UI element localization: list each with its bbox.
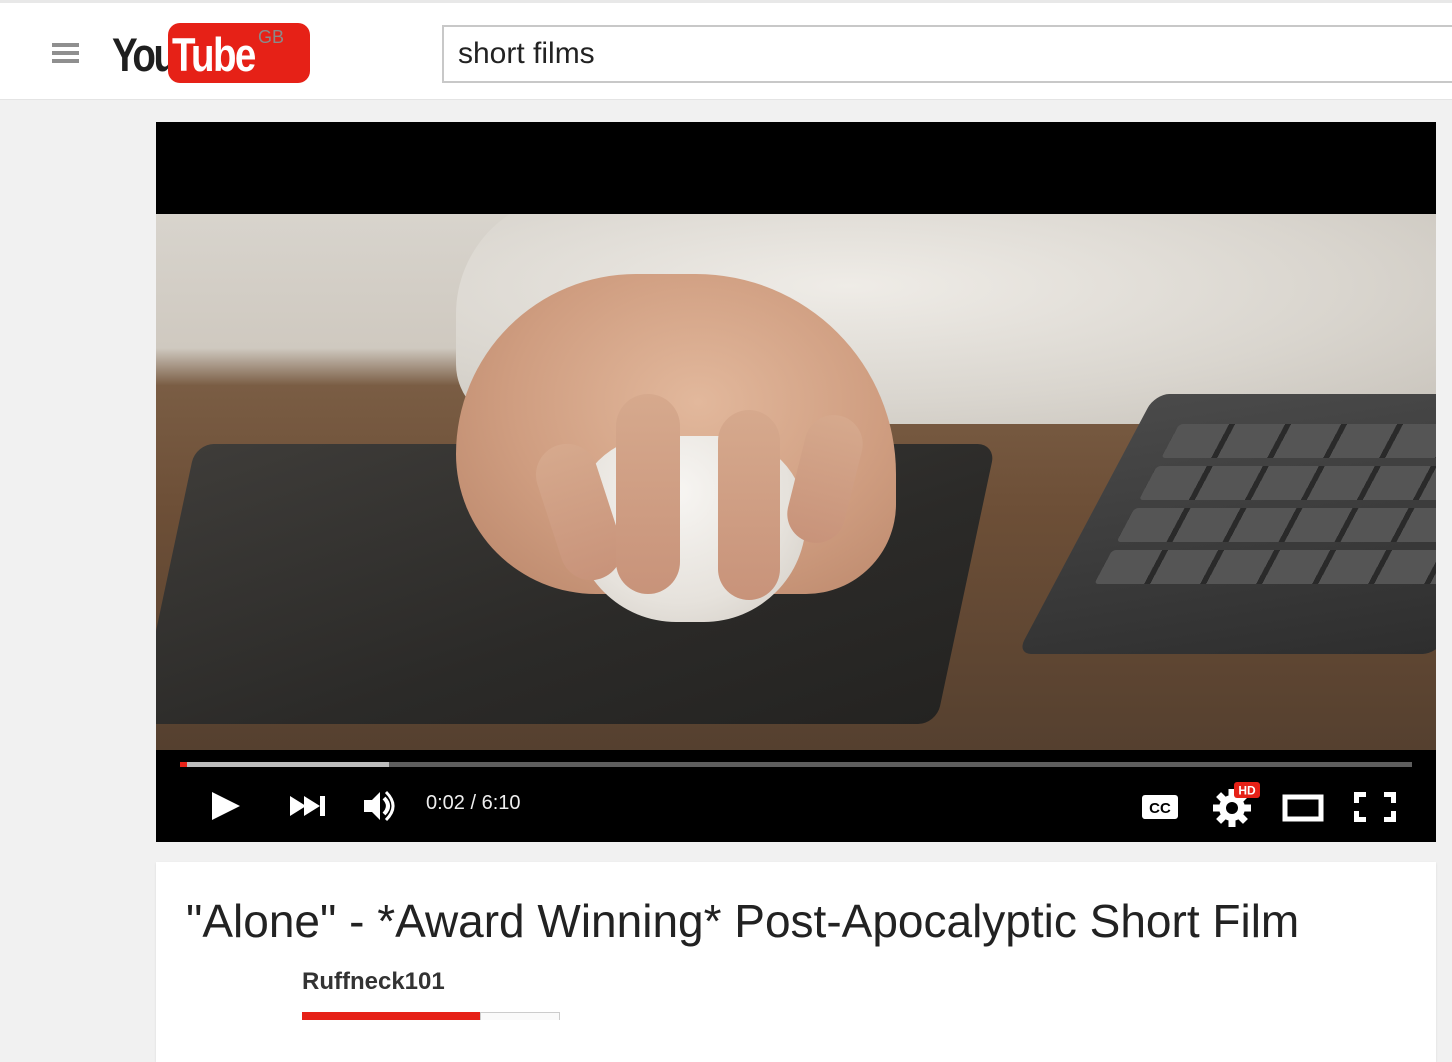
video-player[interactable]: 0:02 / 6:10 CC HD: [156, 122, 1436, 842]
fullscreen-button[interactable]: [1352, 790, 1398, 829]
channel-name[interactable]: Ruffneck101: [302, 968, 445, 996]
next-icon: [290, 796, 325, 816]
logo-tube-text: Tube: [172, 28, 256, 81]
search-input[interactable]: short films: [442, 25, 1452, 83]
settings-button[interactable]: HD: [1212, 782, 1262, 833]
theater-mode-icon: [1282, 794, 1324, 822]
progress-bar[interactable]: [180, 762, 1412, 767]
video-info-card: "Alone" - *Award Winning* Post-Apocalypt…: [156, 862, 1436, 1062]
logo-you-text: You: [112, 28, 177, 81]
subscribe-button[interactable]: [302, 1012, 480, 1020]
theater-mode-button[interactable]: [1282, 792, 1326, 827]
progress-buffered: [180, 762, 389, 767]
captions-label: CC: [1149, 800, 1171, 817]
fullscreen-icon: [1354, 792, 1396, 822]
video-title: "Alone" - *Award Winning* Post-Apocalypt…: [186, 895, 1300, 947]
next-button[interactable]: [288, 794, 328, 823]
country-code: GB: [258, 27, 285, 47]
video-scene-keyboard: [1016, 394, 1436, 654]
hd-badge: HD: [1238, 784, 1256, 798]
captions-icon: CC: [1142, 795, 1178, 819]
time-display: 0:02 / 6:10: [426, 792, 521, 814]
player-controls: 0:02 / 6:10 CC HD: [156, 772, 1436, 842]
play-button[interactable]: [210, 790, 242, 827]
progress-played: [180, 762, 187, 767]
captions-button[interactable]: CC: [1141, 794, 1179, 827]
guide-menu-icon[interactable]: [52, 43, 79, 63]
volume-button[interactable]: [362, 788, 398, 829]
settings-icon: HD: [1213, 782, 1260, 827]
masthead: You Tube GB short films: [0, 0, 1452, 100]
video-frame[interactable]: [156, 214, 1436, 750]
volume-icon: [364, 790, 395, 822]
play-icon: [212, 792, 240, 820]
subscriber-count: [480, 1012, 560, 1020]
